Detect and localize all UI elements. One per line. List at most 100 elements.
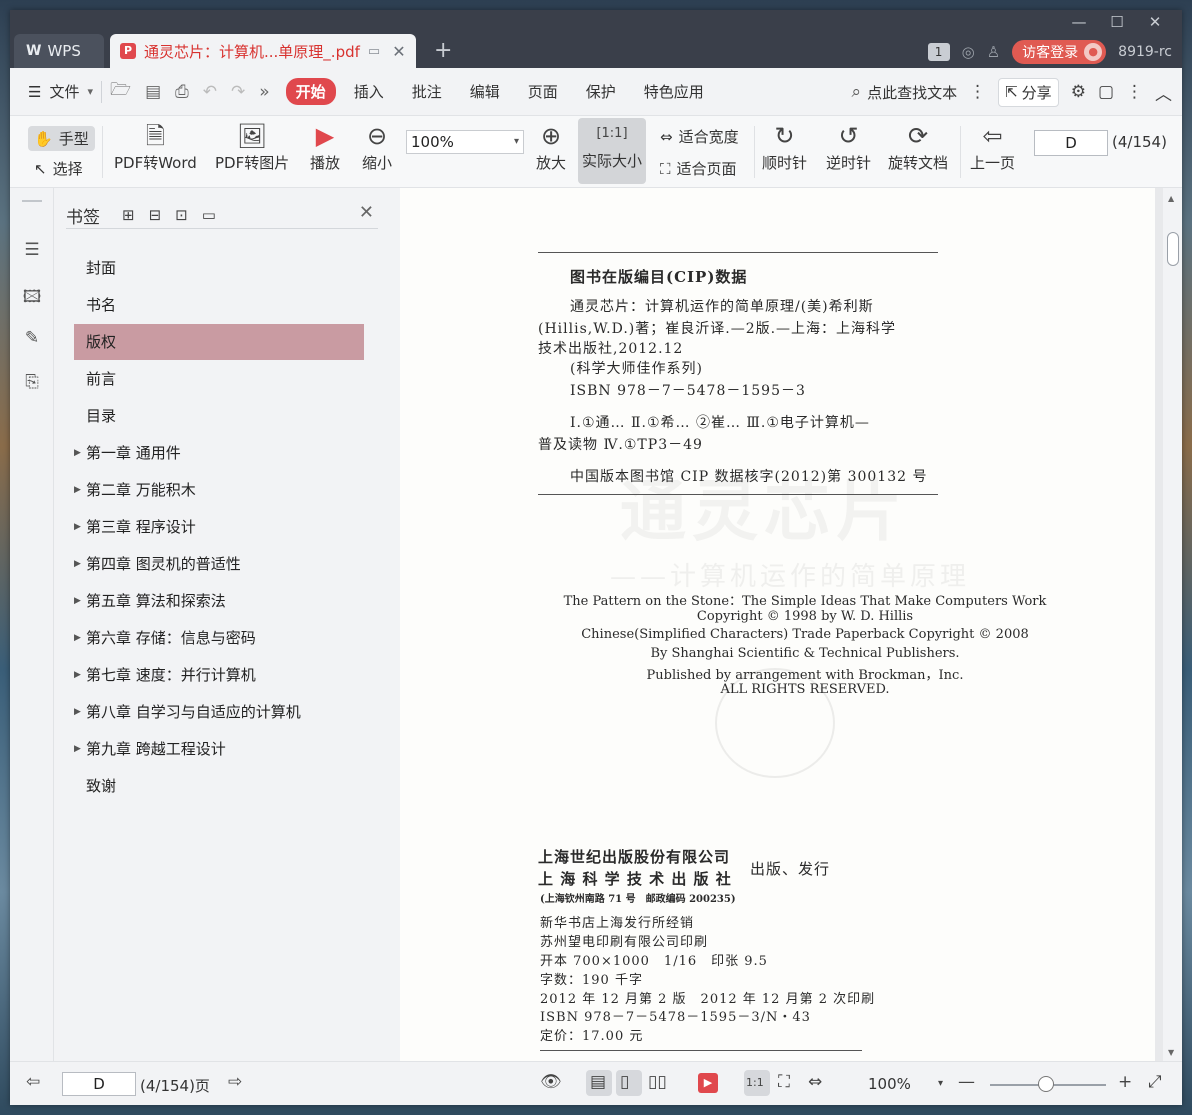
play-slideshow-icon[interactable]: ▶ [698, 1073, 718, 1093]
bookmark-item[interactable]: ▶ 第三章 程序设计 [74, 509, 364, 545]
tab-edit[interactable]: 编辑 [460, 78, 510, 105]
status-page-input[interactable]: D [62, 1072, 136, 1096]
new-tab-button[interactable]: + [434, 38, 452, 63]
next-page-arrow-icon[interactable]: ⇨ [228, 1072, 242, 1092]
prev-page-arrow-icon[interactable]: ⇦ [26, 1072, 40, 1092]
collapse-ribbon-icon[interactable]: ︿ [1155, 80, 1172, 105]
minimize-button[interactable]: — [1060, 12, 1098, 32]
previous-page-button[interactable]: ⇦ 上一页 [970, 120, 1015, 173]
expand-all-icon[interactable]: ⊞ [122, 206, 135, 224]
redo-icon[interactable]: ↷ [231, 82, 245, 102]
scrollbar-thumb[interactable] [1167, 232, 1179, 266]
open-folder-icon[interactable]: 🗁 [110, 77, 131, 106]
zoom-out-status-icon[interactable]: — [958, 1072, 975, 1092]
share-button[interactable]: ⇱ 分享 [998, 77, 1059, 107]
expand-triangle-icon[interactable]: ▶ [74, 657, 81, 693]
fit-page-status-icon[interactable]: ⛶ [778, 1072, 790, 1092]
skin-icon[interactable]: ◎ [962, 43, 975, 61]
find-text-button[interactable]: ⌕ 点此查找文本 [852, 82, 958, 103]
expand-triangle-icon[interactable]: ▶ [74, 435, 81, 471]
expand-triangle-icon[interactable]: ▶ [74, 620, 81, 656]
close-window-button[interactable]: ✕ [1136, 12, 1174, 32]
pdf-to-word-button[interactable]: 🗎 PDF转Word [114, 120, 197, 173]
tab-annotate[interactable]: 批注 [402, 78, 452, 105]
bookmark-list-icon[interactable]: ☰ [20, 240, 44, 264]
tab-protect[interactable]: 保护 [576, 78, 626, 105]
expand-triangle-icon[interactable]: ▶ [74, 472, 81, 508]
file-menu[interactable]: ☰ 文件 ▾ [10, 81, 93, 102]
play-button[interactable]: ▶ 播放 [310, 120, 340, 173]
tab-start[interactable]: 开始 [285, 78, 336, 105]
window-count-badge[interactable]: 1 [927, 43, 950, 61]
annotation-icon[interactable]: ✎ [20, 328, 44, 352]
add-bookmark-icon[interactable]: ⊡ [175, 206, 188, 224]
tab-wps-home[interactable]: W WPS [14, 34, 104, 68]
close-tab-icon[interactable]: ✕ [392, 42, 405, 61]
save-icon[interactable]: ▤ [145, 82, 161, 102]
zoom-slider-knob[interactable] [1038, 1076, 1054, 1092]
zoom-dropdown-icon[interactable]: ▾ [938, 1078, 943, 1089]
bookmark-item[interactable]: 致谢 [74, 768, 364, 804]
close-icon[interactable]: ✕ [359, 202, 374, 223]
select-tool-button[interactable]: ↖ 选择 [34, 158, 83, 179]
tab-insert[interactable]: 插入 [344, 78, 394, 105]
continuous-view-icon[interactable]: ▤ [590, 1072, 606, 1092]
maximize-button[interactable]: ☐ [1098, 12, 1136, 32]
bookmark-item[interactable]: 书名 [74, 287, 364, 323]
bookmark-item[interactable]: ▶ 第一章 通用件 [74, 435, 364, 471]
eye-protection-icon[interactable]: 👁 [540, 1072, 562, 1092]
expand-triangle-icon[interactable]: ▶ [74, 509, 81, 545]
undo-icon[interactable]: ↶ [203, 82, 217, 102]
tab-pdf-document[interactable]: P 通灵芯片：计算机...单原理_.pdf ▭ ✕ [110, 34, 416, 68]
gear-icon[interactable]: ⚙ [1071, 82, 1086, 102]
bookmark-item[interactable]: ▶ 第五章 算法和探索法 [74, 583, 364, 619]
hand-tool-button[interactable]: ✋ 手型 [28, 126, 95, 151]
expand-triangle-icon[interactable]: ▶ [74, 694, 81, 730]
bookmark-item[interactable]: 封面 [74, 250, 364, 286]
comment-icon[interactable]: ▢ [1098, 82, 1114, 102]
monitor-icon[interactable]: ▭ [368, 44, 380, 59]
tab-page[interactable]: 页面 [518, 78, 568, 105]
scroll-up-icon[interactable]: ▲ [1168, 194, 1174, 203]
expand-triangle-icon[interactable]: ▶ [74, 546, 81, 582]
actual-size-button[interactable]: [1:1] 实际大小 [578, 118, 646, 184]
more-chevron-icon[interactable]: » [259, 82, 269, 102]
bookmark-item[interactable]: 前言 [74, 361, 364, 397]
thumbnail-icon[interactable]: 🖾 [20, 284, 44, 308]
bookmark-item[interactable]: 目录 [74, 398, 364, 434]
tab-special-apps[interactable]: 特色应用 [634, 78, 714, 105]
fit-width-button[interactable]: ⇔ 适合宽度 [660, 126, 739, 147]
bookmark-item[interactable]: ▶ 第六章 存储：信息与密码 [74, 620, 364, 656]
bookmark-item[interactable]: ▶ 第四章 图灵机的普适性 [74, 546, 364, 582]
shirt-icon[interactable]: ♙ [987, 43, 1000, 61]
zoom-out-button[interactable]: ⊖ 缩小 [362, 120, 392, 173]
bookmark-settings-icon[interactable]: ▭ [202, 206, 216, 224]
bookmark-item[interactable]: ▶ 第七章 速度：并行计算机 [74, 657, 364, 693]
expand-triangle-icon[interactable]: ▶ [74, 731, 81, 767]
zoom-select[interactable]: 100% ▾ [406, 130, 524, 154]
rotate-counterclockwise-button[interactable]: ↺ 逆时针 [826, 120, 871, 173]
expand-triangle-icon[interactable]: ▶ [74, 583, 81, 619]
rotate-document-button[interactable]: ⟳ 旋转文档 [888, 120, 948, 173]
collapse-all-icon[interactable]: ⊟ [149, 206, 162, 224]
bookmark-item[interactable]: ▶ 第八章 自学习与自适应的计算机 [74, 694, 364, 730]
page-number-input[interactable]: D [1034, 130, 1108, 156]
bookmark-item[interactable]: ▶ 第二章 万能积木 [74, 472, 364, 508]
bookmark-item[interactable]: ▶ 第九章 跨越工程设计 [74, 731, 364, 767]
more-options-icon[interactable]: ⋮ [1126, 82, 1143, 102]
fullscreen-icon[interactable]: ⤢ [1148, 1072, 1162, 1092]
two-page-view-icon[interactable]: ▯▯ [648, 1072, 667, 1092]
vertical-scrollbar[interactable]: ▲ ▼ [1163, 188, 1182, 1061]
print-icon[interactable]: ⎙ [175, 82, 189, 102]
zoom-in-status-icon[interactable]: + [1118, 1072, 1132, 1092]
bookmark-item[interactable]: 版权 [74, 324, 364, 360]
zoom-in-button[interactable]: ⊕ 放大 [536, 120, 566, 173]
fit-width-status-icon[interactable]: ⇔ [808, 1072, 822, 1092]
fit-page-button[interactable]: ⛶ 适合页面 [660, 158, 737, 179]
more-vertical-icon[interactable]: ⋮ [969, 82, 986, 102]
image-export-icon[interactable]: ⎘ [20, 372, 44, 396]
single-page-view-icon[interactable]: ▯ [620, 1072, 629, 1092]
pdf-to-image-button[interactable]: 🖼 PDF转图片 [215, 120, 289, 173]
rotate-clockwise-button[interactable]: ↻ 顺时针 [762, 120, 807, 173]
guest-login-button[interactable]: 访客登录 ● [1012, 40, 1107, 64]
